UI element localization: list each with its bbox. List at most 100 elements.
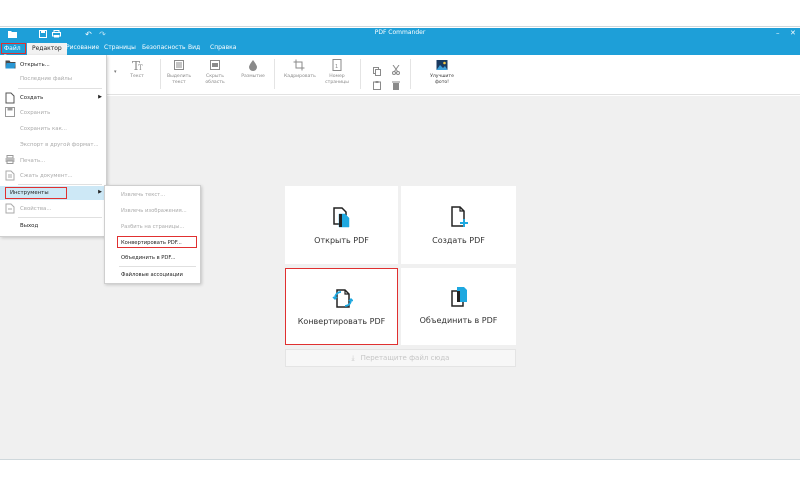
file-menu-properties[interactable]: Свойства... bbox=[0, 202, 107, 216]
file-menu-save[interactable]: Сохранить bbox=[0, 106, 107, 120]
menu-separator bbox=[18, 88, 102, 89]
ribbon-crop-label: Кадрировать bbox=[284, 74, 316, 79]
folder-icon bbox=[5, 59, 16, 71]
ribbon-hide-area-label: Скрыть область bbox=[205, 74, 225, 85]
window-title: PDF Commander bbox=[374, 29, 426, 36]
menu-drawing[interactable]: Рисование bbox=[66, 44, 99, 51]
drop-zone-label: Перетащите файл сюда bbox=[360, 354, 450, 362]
tools-submenu: Извлечь текст... Извлечь изображения... … bbox=[104, 185, 201, 284]
submenu-merge-pdf[interactable]: Объединить в PDF... bbox=[105, 250, 202, 266]
file-menu-save-label: Сохранить bbox=[20, 110, 51, 116]
file-menu-save-as[interactable]: Сохранить как... bbox=[0, 122, 107, 136]
file-menu-tools-label: Инструменты bbox=[10, 190, 49, 196]
file-menu-open[interactable]: Открыть... bbox=[0, 58, 107, 72]
file-menu-export[interactable]: Экспорт в другой формат... bbox=[0, 138, 107, 152]
create-pdf-icon bbox=[450, 206, 468, 227]
drop-zone[interactable]: ⤓ Перетащите файл сюда bbox=[285, 349, 516, 367]
page-number-icon: 1 bbox=[332, 59, 342, 71]
file-menu-properties-label: Свойства... bbox=[20, 206, 52, 212]
menu-editor[interactable]: Редактор bbox=[27, 43, 67, 55]
submenu-extract-text[interactable]: Извлечь текст... bbox=[105, 187, 202, 203]
file-menu-print[interactable]: Печать... bbox=[0, 154, 107, 168]
save-icon bbox=[5, 107, 16, 119]
enhance-photo-icon bbox=[436, 60, 448, 70]
ribbon-hide-area-button[interactable]: Скрыть область bbox=[200, 59, 230, 85]
file-menu: Открыть... Последние файлы Создать ▶ Сох… bbox=[0, 55, 107, 237]
ribbon-highlight-button[interactable]: Выделить текст bbox=[164, 59, 194, 85]
ribbon-blur-button[interactable]: Размытие bbox=[238, 59, 268, 80]
convert-pdf-icon bbox=[331, 289, 353, 308]
file-menu-create-label: Создать bbox=[20, 95, 44, 101]
file-menu-save-as-label: Сохранить как... bbox=[20, 126, 67, 132]
submenu-extract-images[interactable]: Извлечь изображения... bbox=[105, 203, 202, 219]
submenu-extract-images-label: Извлечь изображения... bbox=[121, 208, 187, 214]
file-menu-create[interactable]: Создать ▶ bbox=[0, 91, 107, 105]
submenu-merge-pdf-label: Объединить в PDF... bbox=[121, 255, 176, 261]
convert-pdf-label: Конвертировать PDF bbox=[297, 317, 386, 326]
minimize-button[interactable]: – bbox=[776, 29, 780, 37]
new-document-icon bbox=[5, 92, 16, 104]
svg-text:1: 1 bbox=[335, 64, 338, 70]
create-pdf-card[interactable]: Создать PDF bbox=[401, 186, 516, 264]
highlight-text-icon bbox=[174, 60, 184, 70]
text-tool-icon: TT bbox=[132, 59, 143, 71]
file-menu-print-label: Печать... bbox=[20, 158, 46, 164]
chevron-down-icon[interactable]: ▾ bbox=[114, 69, 117, 75]
menu-security[interactable]: Безопасность bbox=[142, 44, 186, 51]
file-menu-compress[interactable]: Сжать документ... bbox=[0, 169, 107, 183]
merge-pdf-label: Объединить в PDF bbox=[419, 316, 498, 325]
ribbon-divider bbox=[160, 59, 161, 89]
svg-text:T: T bbox=[138, 64, 143, 71]
file-menu-export-label: Экспорт в другой формат... bbox=[20, 142, 99, 148]
submenu-convert-pdf[interactable]: Конвертировать PDF... bbox=[105, 235, 202, 251]
submenu-extract-text-label: Извлечь текст... bbox=[121, 192, 166, 198]
submenu-split-pages[interactable]: Разбить на страницы... bbox=[105, 219, 202, 235]
properties-icon bbox=[5, 203, 16, 215]
file-menu-recent[interactable]: Последние файлы bbox=[0, 72, 107, 86]
merge-pdf-card[interactable]: Объединить в PDF bbox=[401, 268, 516, 345]
ribbon-page-number-label: Номер страницы bbox=[325, 74, 349, 85]
ribbon-highlight-label: Выделить текст bbox=[166, 74, 192, 85]
menu-file-label: Файл bbox=[4, 45, 21, 52]
submenu-file-associations[interactable]: Файловые ассоциации bbox=[105, 267, 202, 283]
chevron-right-icon: ▶ bbox=[98, 189, 102, 195]
file-menu-exit-label: Выход bbox=[20, 223, 39, 229]
paste-icon[interactable] bbox=[373, 75, 381, 94]
ribbon-text-button[interactable]: TT Текст bbox=[122, 59, 152, 80]
open-pdf-card[interactable]: Открыть PDF bbox=[285, 186, 398, 264]
file-menu-exit[interactable]: Выход bbox=[0, 219, 107, 233]
menu-help[interactable]: Справка bbox=[210, 44, 236, 51]
menu-separator bbox=[18, 184, 102, 185]
file-menu-compress-label: Сжать документ... bbox=[20, 173, 73, 179]
menu-pages[interactable]: Страницы bbox=[104, 44, 136, 51]
ribbon-page-number-button[interactable]: 1 Номер страницы bbox=[322, 59, 352, 85]
menu-file[interactable]: Файл ▾ bbox=[1, 43, 26, 59]
file-menu-open-label: Открыть... bbox=[20, 62, 50, 68]
compress-icon bbox=[5, 170, 16, 182]
merge-pdf-icon bbox=[450, 287, 467, 307]
ribbon-toolbar: ▾ TT Текст Выделить текст Скрыть область… bbox=[0, 55, 800, 95]
menu-separator bbox=[18, 217, 102, 218]
ribbon-blur-label: Размытие bbox=[241, 74, 265, 79]
menu-view[interactable]: Вид bbox=[188, 44, 200, 51]
submenu-split-pages-label: Разбить на страницы... bbox=[121, 224, 185, 230]
ribbon-divider bbox=[274, 59, 275, 89]
create-pdf-label: Создать PDF bbox=[432, 236, 485, 245]
blur-drop-icon bbox=[249, 60, 257, 71]
submenu-file-associations-label: Файловые ассоциации bbox=[121, 272, 183, 278]
close-button[interactable]: ✕ bbox=[790, 29, 796, 37]
print-icon bbox=[5, 155, 16, 167]
hide-area-icon bbox=[210, 60, 220, 70]
delete-icon[interactable] bbox=[392, 75, 400, 94]
ribbon-crop-button[interactable]: Кадрировать bbox=[284, 59, 316, 80]
ribbon-enhance-photo-label: Улучшите фото! bbox=[430, 74, 454, 85]
open-pdf-icon bbox=[332, 207, 349, 228]
ribbon-enhance-photo-button[interactable]: Улучшите фото! bbox=[423, 59, 461, 85]
file-menu-tools[interactable]: Инструменты ▶ bbox=[0, 186, 107, 200]
crop-icon bbox=[293, 59, 305, 71]
submenu-convert-pdf-label: Конвертировать PDF... bbox=[121, 240, 182, 246]
title-bar: ↶ ↷ PDF Commander – ✕ bbox=[0, 28, 800, 42]
ribbon-divider bbox=[410, 59, 411, 89]
menu-bar: Файл ▾ Редактор Рисование Страницы Безоп… bbox=[0, 42, 800, 59]
convert-pdf-card[interactable]: Конвертировать PDF bbox=[285, 268, 398, 345]
